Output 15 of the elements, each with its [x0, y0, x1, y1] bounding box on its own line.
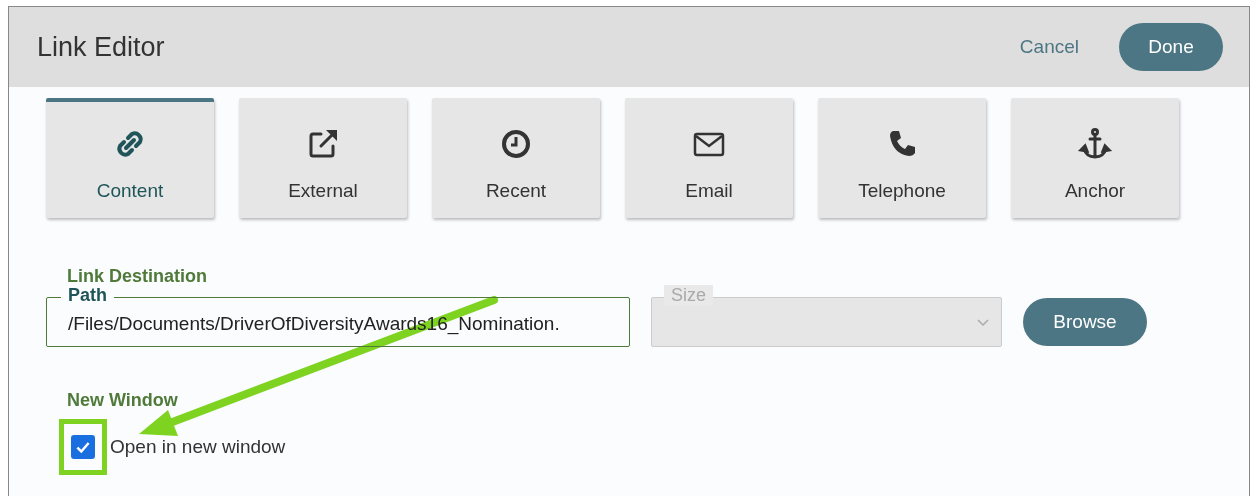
chevron-down-icon	[977, 319, 989, 327]
section-heading: Link Destination	[67, 266, 207, 287]
link-type-tab[interactable]: Content	[46, 98, 214, 218]
checkbox-label: Open in new window	[110, 436, 286, 458]
link-type-tab[interactable]: Telephone	[818, 98, 986, 218]
section-heading: New Window	[67, 390, 178, 411]
done-button[interactable]: Done	[1119, 23, 1223, 71]
checkbox[interactable]	[71, 435, 95, 459]
window-title: Link Editor	[37, 31, 165, 63]
browse-button[interactable]: Browse	[1023, 298, 1147, 346]
link-type-tab[interactable]: Anchor	[1011, 98, 1179, 218]
cancel-button[interactable]: Cancel	[1019, 36, 1079, 58]
link-type-tab[interactable]: Recent	[432, 98, 600, 218]
link-type-tab[interactable]: External	[239, 98, 407, 218]
link-type-tab[interactable]: Email	[625, 98, 793, 218]
